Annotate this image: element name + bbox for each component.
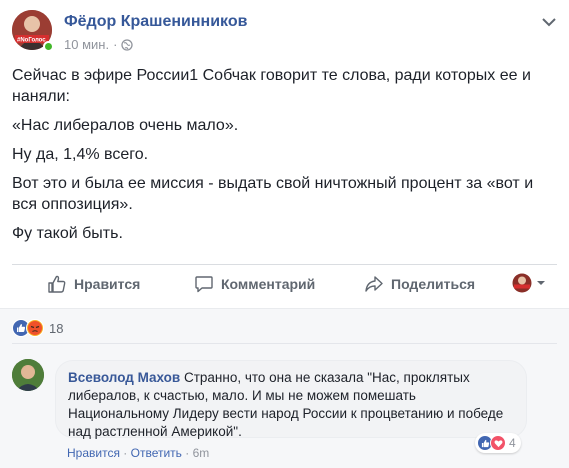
comment-love-icon	[490, 435, 506, 451]
post-meta: 10 мин. ·	[64, 37, 134, 52]
comment-actions: Нравится · Ответить · 6m	[67, 446, 209, 460]
comment-reply-link[interactable]: Ответить	[131, 446, 182, 460]
reaction-selector[interactable]	[512, 273, 546, 293]
avatar-badge-text: #NoГолос	[17, 38, 46, 44]
post-reactions-summary[interactable]: 18	[12, 319, 63, 337]
comment-reactions[interactable]: 4	[475, 433, 521, 453]
comment-bubble: Всеволод Махов Странно, что она не сказа…	[55, 360, 527, 439]
post-paragraph: Вот это и была ее миссия - выдать свой н…	[12, 175, 534, 213]
reactions-divider	[12, 343, 557, 344]
comment-time[interactable]: 6m	[193, 446, 210, 460]
post-author-name[interactable]: Фёдор Крашенинников	[64, 13, 247, 31]
reaction-count: 18	[49, 320, 64, 336]
share-label: Поделиться	[391, 276, 476, 292]
caret-down-icon	[537, 281, 545, 285]
angry-reaction-icon	[26, 319, 44, 337]
comment-bubble-icon	[195, 276, 213, 293]
link-separator: ·	[181, 446, 193, 460]
post-paragraph: Сейчас в эфире России1 Собчак говорит те…	[12, 67, 531, 105]
actions-divider	[12, 264, 557, 265]
commenter-photo	[12, 359, 44, 391]
post-paragraph: Ну да, 1,4% всего.	[12, 146, 149, 163]
post-header: #NoГолос Фёдор Крашенинников 10 мин. ·	[12, 10, 557, 60]
share-arrow-icon	[365, 276, 383, 292]
post-actions-bar: Нравится Комментарий Поделиться	[12, 266, 557, 302]
post-text: Сейчас в эфире России1 Собчак говорит те…	[12, 65, 557, 252]
commenter-avatar[interactable]	[12, 359, 44, 391]
like-label: Нравится	[74, 276, 141, 292]
link-separator: ·	[119, 446, 131, 460]
thumbs-up-icon	[48, 275, 66, 293]
post-paragraph: Фу такой быть.	[12, 225, 123, 242]
comment-button[interactable]: Комментарий	[194, 274, 315, 294]
commenter-name[interactable]: Всеволод Махов	[68, 370, 180, 385]
public-globe-icon[interactable]	[121, 38, 134, 51]
share-button[interactable]: Поделиться	[364, 274, 475, 294]
post-time[interactable]: 10 мин.	[64, 37, 109, 52]
comment-like-link[interactable]: Нравится	[67, 446, 120, 460]
post-options-chevron-icon[interactable]	[541, 16, 557, 28]
online-status-dot	[43, 41, 54, 52]
meta-separator: ·	[113, 37, 118, 52]
like-button[interactable]: Нравится	[47, 274, 140, 294]
post-paragraph: «Нас либералов очень мало».	[12, 117, 239, 134]
profile-mini-avatar-icon	[512, 273, 532, 293]
comments-section: 18 Всеволод Махов Странно, что она не ск…	[0, 308, 569, 468]
comment-reaction-count: 4	[509, 436, 516, 450]
comment-label: Комментарий	[221, 276, 316, 292]
